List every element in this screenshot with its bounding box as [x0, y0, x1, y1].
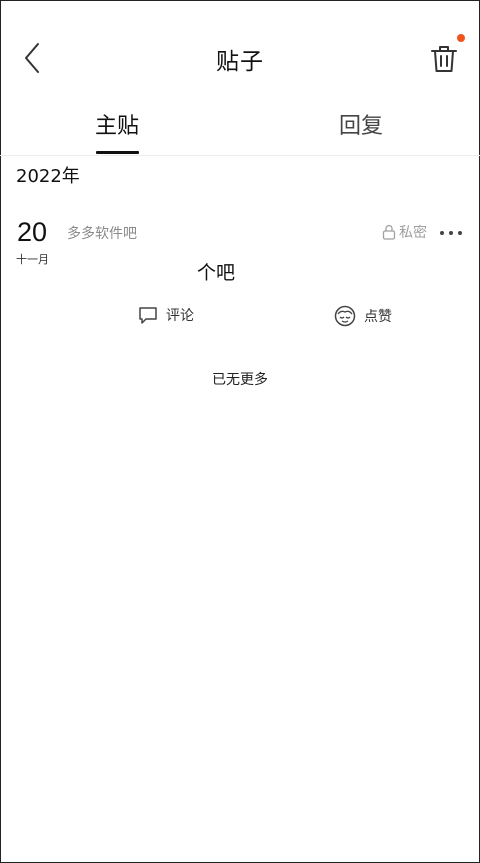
- forum-name-link[interactable]: 多多软件吧: [67, 223, 137, 243]
- year-heading: 2022年: [16, 166, 80, 187]
- lock-icon: [382, 224, 396, 240]
- comment-button[interactable]: 评论: [138, 305, 194, 325]
- end-of-list-text: 已无更多: [212, 372, 268, 388]
- active-tab-indicator: [96, 151, 139, 154]
- delete-button[interactable]: [428, 40, 460, 76]
- comment-icon: [139, 307, 157, 324]
- privacy-label: 私密: [382, 222, 427, 242]
- tab-replies[interactable]: 回复: [339, 108, 383, 140]
- more-options-button[interactable]: [438, 222, 464, 242]
- comment-label: 评论: [166, 308, 194, 324]
- post-day: 20: [17, 217, 48, 247]
- page-title: 贴子: [216, 49, 264, 75]
- trash-icon: [431, 46, 457, 72]
- divider: [0, 155, 480, 156]
- more-horizontal-icon: [440, 231, 462, 235]
- tab-main-post[interactable]: 主贴: [95, 108, 139, 140]
- tab-bar: 主贴 回复: [0, 100, 480, 156]
- post-title[interactable]: 个吧: [197, 258, 235, 285]
- like-label: 点赞: [364, 309, 392, 325]
- like-face-icon: [334, 305, 356, 327]
- like-button[interactable]: 点赞: [334, 305, 392, 327]
- notification-dot: [457, 34, 465, 42]
- privacy-text: 私密: [399, 225, 427, 241]
- post-month: 十一月: [16, 253, 49, 266]
- header-bar: 贴子: [0, 26, 480, 90]
